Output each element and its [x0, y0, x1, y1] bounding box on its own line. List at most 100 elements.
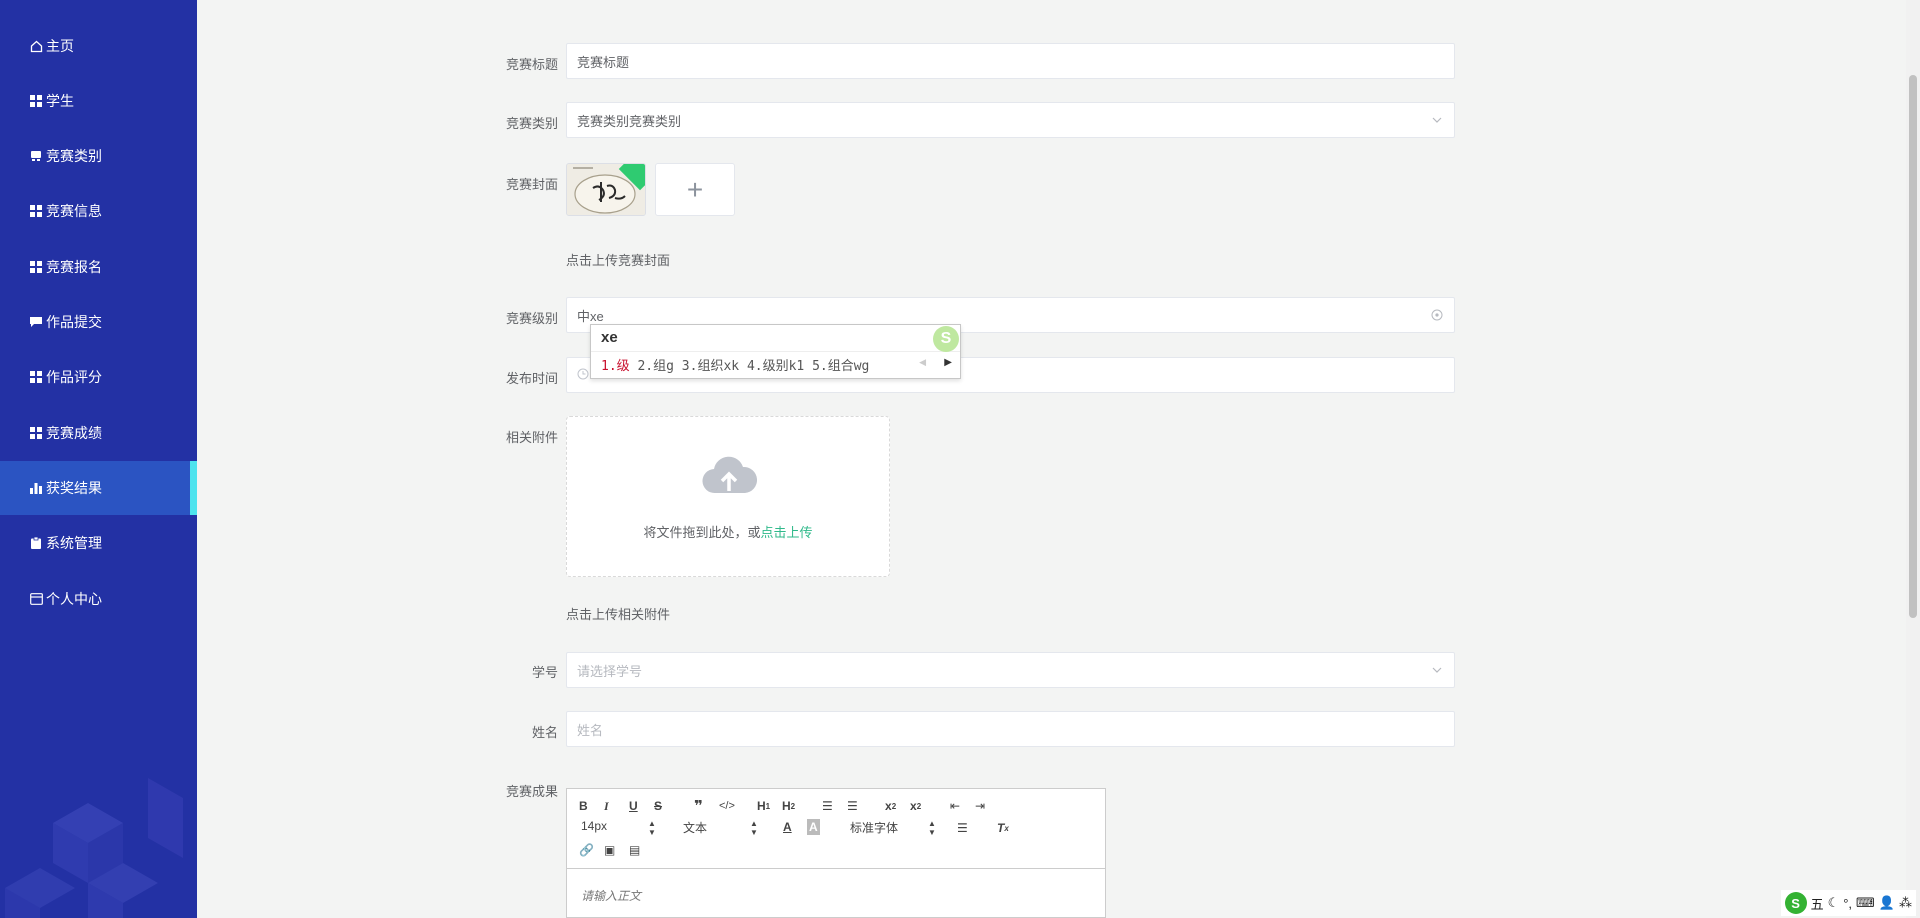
grid-icon [29, 426, 43, 440]
level-label: 竞赛级别 [505, 311, 558, 326]
upload-text: 将文件拖到此处，或 [643, 525, 761, 540]
grid-icon [29, 204, 43, 218]
ime-separator [591, 351, 960, 352]
clear-format-icon[interactable]: Tx [997, 820, 1009, 836]
link-icon[interactable]: 🔗 [579, 842, 594, 858]
sidebar-item-competition-category[interactable]: 竞赛类别 [0, 129, 197, 183]
background-color-icon[interactable]: A [807, 819, 820, 835]
ime-candidate[interactable]: 2.组g [637, 359, 673, 374]
sidebar-item-label: 作品评分 [46, 369, 102, 385]
ime-mode[interactable]: 五 [1811, 894, 1824, 913]
video-icon[interactable]: ▤ [629, 842, 640, 858]
ime-tray[interactable]: S 五 ☾ °, ⌨ 👤 ⁂ [1780, 890, 1916, 916]
sidebar-item-home[interactable]: 主页 [0, 19, 197, 73]
sidebar: 主页 学生 竞赛类别 竞赛信息 竞赛报名 作品提交 作品评分 竞赛成绩 获奖结果… [0, 0, 197, 918]
sidebar-item-label: 竞赛报名 [46, 259, 102, 275]
bullet-list-icon[interactable]: ☰ [847, 798, 858, 814]
home-icon [29, 39, 43, 53]
ime-candidate[interactable]: 3.组织xk [682, 359, 739, 374]
underline-icon[interactable]: U [629, 798, 638, 814]
sidebar-item-label: 竞赛信息 [46, 203, 102, 219]
grid-icon [29, 370, 43, 384]
comment-icon [29, 315, 43, 329]
name-input[interactable]: 姓名 [566, 711, 1455, 747]
sidebar-item-label: 学生 [46, 93, 74, 109]
prev-page-icon[interactable]: ◀ [919, 357, 926, 368]
chevron-down-icon [1430, 113, 1444, 127]
menu-icon[interactable]: ⁂ [1899, 895, 1912, 911]
punctuation-icon[interactable]: °, [1843, 896, 1852, 911]
title-input[interactable]: 竞赛标题 [566, 43, 1455, 79]
sidebar-item-profile[interactable]: 个人中心 [0, 572, 197, 626]
sogou-logo-icon: S [933, 326, 959, 352]
ordered-list-icon[interactable]: ☰ [822, 798, 833, 814]
sidebar-item-work-submission[interactable]: 作品提交 [0, 295, 197, 349]
font-family-select[interactable]: 标准字体 ▲ ▼ [850, 819, 936, 837]
category-value: 竞赛类别竞赛类别 [577, 113, 682, 129]
strikethrough-icon[interactable]: S [654, 798, 662, 814]
level-value: 中xe [577, 308, 604, 324]
sidebar-item-label: 竞赛类别 [46, 148, 102, 164]
sidebar-item-scores[interactable]: 竞赛成绩 [0, 406, 197, 460]
sidebar-item-registration[interactable]: 竞赛报名 [0, 240, 197, 294]
sidebar-item-system[interactable]: 系统管理 [0, 516, 197, 570]
ime-candidate-window[interactable]: xe 1.级 2.组g 3.组织xk 4.级别k1 5.组合wg ◀ ▶ S [590, 324, 961, 379]
header-value: 文本 [683, 821, 708, 835]
category-select[interactable]: 竞赛类别竞赛类别 [566, 102, 1455, 138]
name-label: 姓名 [531, 725, 558, 740]
clipboard-icon [29, 536, 43, 550]
font-color-icon[interactable]: A [783, 819, 792, 835]
rich-text-editor[interactable]: B I U S ❞ </> H1 H2 ☰ ☰ x2 x2 ⇤ ⇥ 14px ▲… [566, 788, 1106, 918]
title-label: 竞赛标题 [505, 57, 558, 72]
updown-icon: ▲ ▼ [648, 819, 656, 837]
attachment-label: 相关附件 [505, 430, 558, 445]
updown-icon: ▲ ▼ [928, 819, 936, 837]
quote-icon[interactable]: ❞ [694, 798, 703, 815]
editor-toolbar: B I U S ❞ </> H1 H2 ☰ ☰ x2 x2 ⇤ ⇥ 14px ▲… [567, 789, 1105, 869]
cover-upload-button[interactable]: + [655, 163, 735, 216]
result-label: 竞赛成果 [505, 784, 558, 799]
sidebar-item-awards[interactable]: 获奖结果 [0, 461, 197, 515]
sidebar-item-work-scoring[interactable]: 作品评分 [0, 350, 197, 404]
code-icon[interactable]: </> [719, 798, 735, 814]
upload-link[interactable]: 点击上传 [761, 525, 813, 540]
superscript-icon[interactable]: x2 [910, 798, 921, 814]
ime-candidate[interactable]: 5.组合wg [812, 359, 869, 374]
heading1-icon[interactable]: H1 [757, 798, 770, 814]
ime-candidates: 1.级 2.组g 3.组织xk 4.级别k1 5.组合wg [601, 355, 869, 374]
attachment-hint: 点击上传相关附件 [566, 607, 671, 622]
cover-image[interactable] [566, 163, 646, 216]
italic-icon[interactable]: I [604, 798, 609, 814]
sidebar-item-competition-info[interactable]: 竞赛信息 [0, 184, 197, 238]
bold-icon[interactable]: B [579, 798, 588, 814]
keyboard-icon[interactable]: ⌨ [1856, 895, 1875, 911]
ime-candidate[interactable]: 4.级别k1 [747, 359, 804, 374]
category-label: 竞赛类别 [505, 116, 558, 131]
name-placeholder: 姓名 [577, 722, 604, 738]
heading2-icon[interactable]: H2 [782, 798, 795, 814]
clear-icon[interactable] [1430, 308, 1444, 322]
indent-icon[interactable]: ⇥ [975, 798, 985, 814]
font-size-select[interactable]: 14px ▲ ▼ [581, 819, 656, 837]
sidebar-item-label: 主页 [46, 38, 74, 54]
align-icon[interactable]: ☰ [957, 820, 968, 836]
attachment-dropzone[interactable]: 将文件拖到此处，或点击上传 [566, 416, 890, 577]
header-select[interactable]: 文本 ▲ ▼ [683, 819, 758, 837]
font-size-value: 14px [581, 819, 608, 833]
grid-icon [29, 94, 43, 108]
moon-icon[interactable]: ☾ [1828, 895, 1840, 911]
grid-icon [29, 260, 43, 274]
outdent-icon[interactable]: ⇤ [950, 798, 960, 814]
sidebar-item-students[interactable]: 学生 [0, 74, 197, 128]
subscript-icon[interactable]: x2 [885, 798, 896, 814]
next-page-icon[interactable]: ▶ [944, 357, 952, 368]
chart-icon [29, 481, 43, 495]
student-id-select[interactable]: 请选择学号 [566, 652, 1455, 688]
updown-icon: ▲ ▼ [750, 819, 758, 837]
cover-label: 竞赛封面 [505, 177, 558, 192]
ime-candidate[interactable]: 1.级 [601, 359, 630, 374]
user-icon[interactable]: 👤 [1879, 895, 1895, 911]
scrollbar-thumb[interactable] [1909, 75, 1917, 618]
image-icon[interactable]: ▣ [604, 842, 615, 858]
page-scrollbar[interactable] [1906, 0, 1920, 918]
